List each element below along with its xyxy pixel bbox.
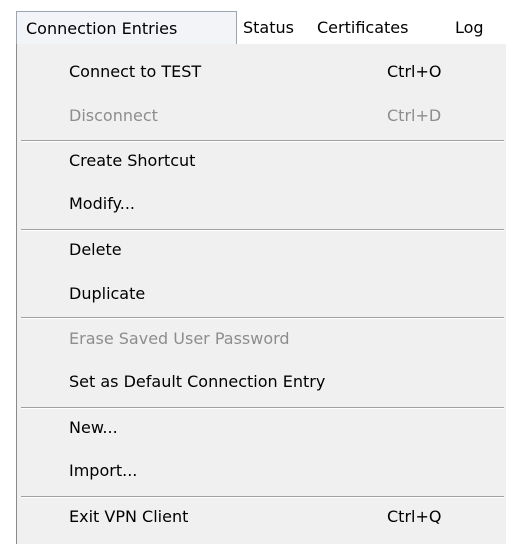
- menu-item-label: Set as Default Connection Entry: [69, 372, 326, 391]
- menu-item-new[interactable]: New...: [17, 408, 507, 448]
- menu-item-connect[interactable]: Connect to TEST Ctrl+O: [17, 52, 507, 92]
- menu-item-set-default[interactable]: Set as Default Connection Entry: [17, 362, 507, 402]
- menu-item-label: Exit VPN Client: [69, 507, 189, 526]
- menu-item-label: Delete: [69, 240, 122, 259]
- menubar-status[interactable]: Status: [243, 11, 294, 45]
- menu-item-shortcut: Ctrl+O: [387, 62, 442, 81]
- menu-item-label: Create Shortcut: [69, 151, 196, 170]
- menu-item-import[interactable]: Import...: [17, 451, 507, 491]
- menubar-connection-entries[interactable]: Connection Entries: [16, 11, 237, 45]
- menu-item-shortcut: Ctrl+D: [387, 106, 442, 125]
- menu-item-label: Duplicate: [69, 284, 146, 303]
- menubar-log[interactable]: Log: [455, 11, 484, 45]
- menu-item-duplicate[interactable]: Duplicate: [17, 274, 507, 314]
- menu-item-disconnect: Disconnect Ctrl+D: [17, 96, 507, 136]
- menu-item-shortcut: Ctrl+Q: [387, 507, 442, 526]
- menu-item-label: New...: [69, 418, 118, 437]
- menu-item-label: Disconnect: [69, 106, 158, 125]
- menubar-certificates[interactable]: Certificates: [317, 11, 408, 45]
- connection-entries-dropdown: Connect to TEST Ctrl+O Disconnect Ctrl+D…: [16, 44, 506, 544]
- menu-item-label: Connect to TEST: [69, 62, 202, 81]
- menu-item-delete[interactable]: Delete: [17, 230, 507, 270]
- menu-item-create-shortcut[interactable]: Create Shortcut: [17, 141, 507, 181]
- menu-item-erase-saved-password: Erase Saved User Password: [17, 319, 507, 359]
- menu-item-exit[interactable]: Exit VPN Client Ctrl+Q: [17, 497, 507, 537]
- menu-item-modify[interactable]: Modify...: [17, 184, 507, 224]
- menu-item-label: Import...: [69, 461, 138, 480]
- menu-item-label: Modify...: [69, 194, 135, 213]
- menu-item-label: Erase Saved User Password: [69, 329, 290, 348]
- menu-bar: Connection Entries Status Certificates L…: [0, 0, 509, 45]
